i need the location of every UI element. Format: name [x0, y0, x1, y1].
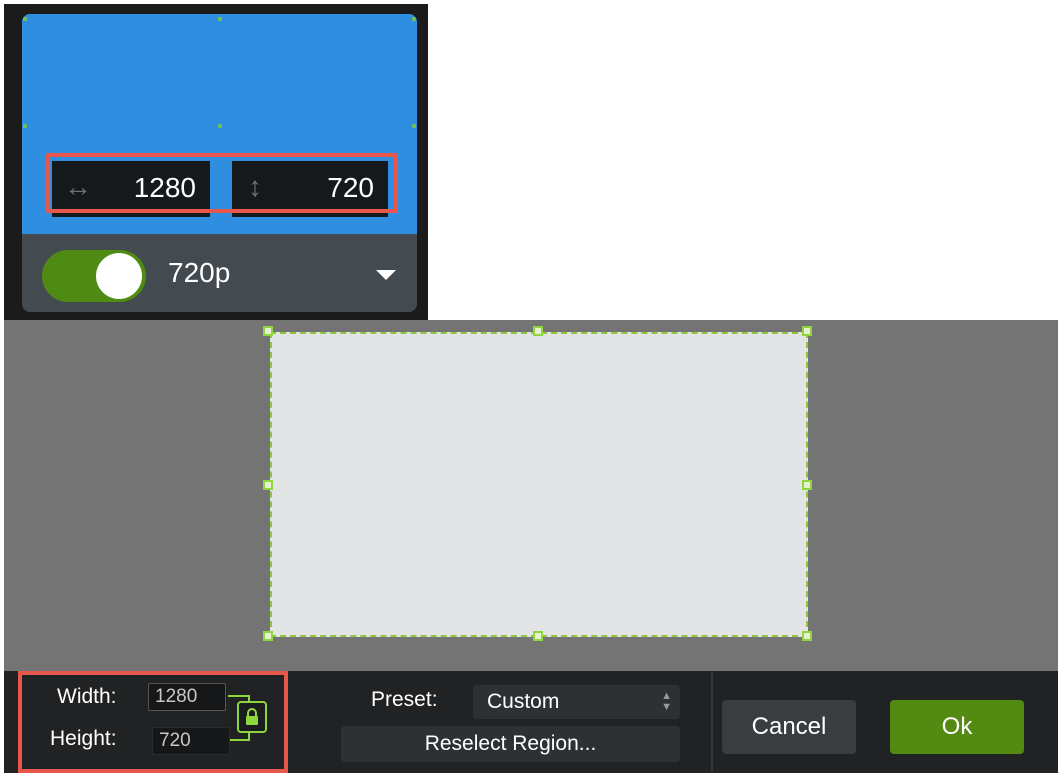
recording-dimensions-panel: ↔ 1280 ↕ 720 720p — [4, 4, 428, 320]
resolution-label[interactable]: 720p — [168, 257, 230, 289]
resize-handle-top-right[interactable] — [802, 326, 812, 336]
area-handle[interactable] — [412, 124, 416, 128]
select-stepper-icon: ▲ ▼ — [661, 690, 672, 713]
resize-handle-top[interactable] — [533, 326, 543, 336]
resize-handle-bottom[interactable] — [533, 631, 543, 641]
toggle-knob — [96, 253, 142, 299]
recording-region-panel: Width: 1280 Height: 720 Preset: Custom ▲… — [4, 320, 1058, 773]
reselect-region-button[interactable]: Reselect Region... — [341, 726, 680, 762]
caret-down-icon[interactable] — [376, 270, 396, 280]
area-handle[interactable] — [412, 17, 416, 21]
preset-select[interactable]: Custom ▲ ▼ — [473, 685, 680, 719]
resize-handle-bottom-left[interactable] — [263, 631, 273, 641]
area-handle[interactable] — [23, 124, 27, 128]
highlight-box — [46, 153, 398, 213]
resize-handle-bottom-right[interactable] — [802, 631, 812, 641]
preset-label: Preset: — [371, 688, 438, 711]
area-handle[interactable] — [23, 17, 27, 21]
resize-handle-left[interactable] — [263, 480, 273, 490]
region-toolbar: Width: 1280 Height: 720 Preset: Custom ▲… — [4, 671, 1058, 773]
ok-button[interactable]: Ok — [890, 700, 1024, 754]
area-handle[interactable] — [218, 17, 222, 21]
resize-handle-right[interactable] — [802, 480, 812, 490]
resize-handle-top-left[interactable] — [263, 326, 273, 336]
cancel-button[interactable]: Cancel — [722, 700, 856, 754]
highlight-box — [18, 671, 288, 773]
dimensions-toggle[interactable] — [42, 250, 146, 302]
preset-value: Custom — [487, 690, 560, 713]
selection-region[interactable] — [270, 332, 808, 637]
toolbar-divider — [711, 673, 713, 771]
area-handle[interactable] — [218, 124, 222, 128]
